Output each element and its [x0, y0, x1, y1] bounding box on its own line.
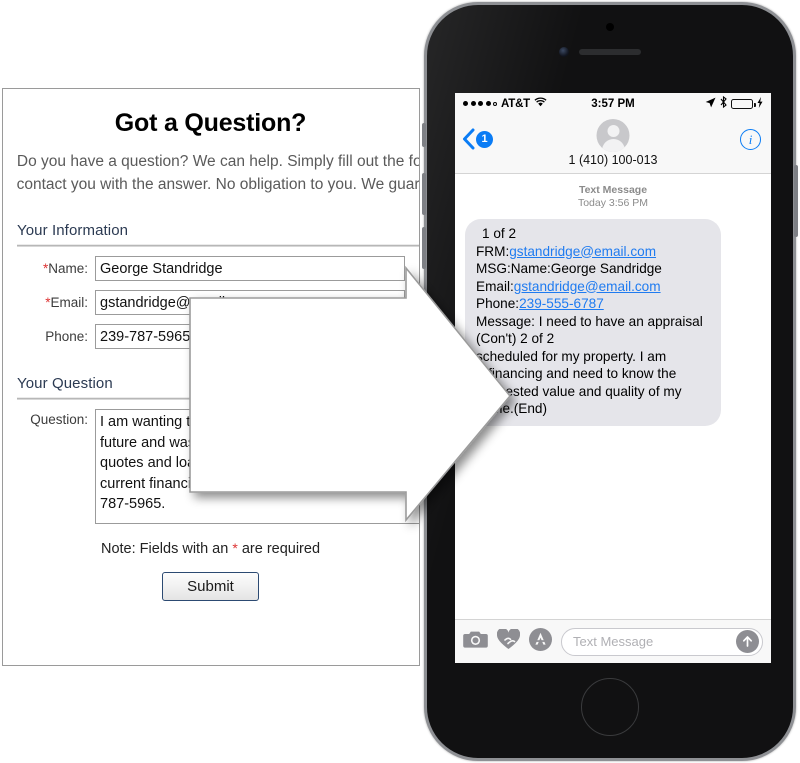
battery-icon	[731, 98, 756, 109]
message-input-field[interactable]: Text Message	[561, 627, 763, 656]
phone-screen: AT&T 3:57 PM 1 1 (410) 100-013 i Text Me…	[455, 93, 771, 663]
field-row-name: *Name:	[3, 256, 419, 281]
question-label: Question:	[30, 412, 88, 427]
msg-line-4: Email:gstandridge@email.com	[476, 278, 710, 296]
clock: 3:57 PM	[591, 97, 635, 110]
name-label: *Name:	[17, 261, 95, 276]
field-row-question: Question: I am wanting to refinance my h…	[3, 409, 419, 524]
email-label: *Email:	[17, 295, 95, 310]
bluetooth-icon	[720, 95, 727, 111]
field-row-email: *Email:	[3, 290, 419, 315]
submit-row: Submit	[3, 572, 418, 601]
earpiece-speaker	[579, 49, 641, 55]
proximity-sensor	[606, 23, 614, 31]
message-input-toolbar: Text Message	[455, 619, 771, 663]
phone-label: Phone:	[45, 329, 88, 344]
carrier-label: AT&T	[501, 97, 531, 110]
unread-badge: 1	[476, 130, 493, 148]
section-heading-your-question: Your Question	[17, 375, 113, 392]
message-meta: Text Message Today 3:56 PM	[465, 184, 761, 210]
email-label-text: Email:	[50, 295, 88, 310]
msg-line-7: (Con't) 2 of 2	[476, 331, 555, 346]
msg-line-2: FRM:gstandridge@email.com	[476, 243, 710, 261]
field-row-phone: Phone:	[3, 324, 419, 349]
name-label-text: Name:	[48, 261, 88, 276]
required-asterisk: *	[232, 540, 238, 556]
msg-line-3: MSG:Name:George Sandridge	[476, 261, 662, 276]
location-arrow-icon	[705, 97, 716, 111]
msg-frm-label: FRM:	[476, 243, 510, 259]
iphone-device: AT&T 3:57 PM 1 1 (410) 100-013 i Text Me…	[422, 2, 798, 761]
info-button[interactable]: i	[740, 129, 761, 150]
avatar-body	[601, 139, 625, 152]
volume-down-button[interactable]	[422, 227, 426, 269]
contact-avatar[interactable]	[596, 119, 630, 152]
info-icon: i	[740, 129, 761, 150]
required-fields-note: Note: Fields with an * are required	[3, 540, 418, 557]
camera-icon[interactable]	[463, 629, 488, 654]
msg-line-8: scheduled for my property. I am refinanc…	[476, 348, 682, 417]
contact-phone-link[interactable]: 239-555-6787	[519, 296, 604, 311]
chevron-left-icon	[462, 128, 475, 150]
power-button[interactable]	[794, 165, 798, 237]
status-bar: AT&T 3:57 PM	[455, 93, 771, 114]
section-heading-your-information: Your Information	[17, 222, 129, 239]
name-input[interactable]	[95, 256, 405, 281]
message-type-label: Text Message	[578, 184, 648, 196]
msg-email-label: Email:	[476, 278, 514, 294]
page-title: Got a Question?	[114, 109, 307, 137]
mute-switch[interactable]	[422, 123, 426, 147]
volume-up-button[interactable]	[422, 173, 426, 215]
sender-email-link[interactable]: gstandridge@email.com	[509, 244, 656, 259]
section-divider	[17, 244, 419, 247]
back-button[interactable]: 1	[462, 128, 493, 150]
msg-line-5: Phone:239-555-6787	[476, 295, 710, 313]
message-bubble[interactable]: 1 of 2 FRM:gstandridge@email.com MSG:Nam…	[465, 219, 721, 426]
form-intro-text: Do you have a question? We can help. Sim…	[16, 153, 420, 193]
section-divider	[17, 397, 419, 400]
screenshot-root: AT&T 3:57 PM 1 1 (410) 100-013 i Text Me…	[0, 0, 800, 763]
heart-digital-touch-icon[interactable]	[496, 627, 521, 655]
front-camera	[559, 47, 569, 57]
msg-line-6: Message: I need to have an appraisal	[476, 313, 703, 329]
messages-nav-bar: 1 1 (410) 100-013 i	[455, 114, 771, 174]
wifi-icon	[534, 97, 547, 110]
contact-phone-number: 1 (410) 100-013	[568, 153, 658, 167]
note-prefix: Note: Fields with an	[100, 541, 229, 557]
status-left: AT&T	[463, 97, 591, 110]
note-suffix: are required	[241, 541, 321, 557]
submit-button[interactable]: Submit	[162, 572, 259, 601]
send-button[interactable]	[736, 630, 759, 653]
conversation-area: Text Message Today 3:56 PM 1 of 2 FRM:gs…	[455, 174, 771, 598]
msg-phone-label: Phone:	[476, 296, 520, 311]
msg-line-1: 1 of 2	[482, 226, 517, 241]
lightning-bolt-icon	[757, 96, 763, 111]
contact-form-window: Got a Question? Do you have a question? …	[2, 88, 420, 666]
home-button[interactable]	[581, 678, 639, 736]
status-right	[635, 95, 763, 111]
message-timestamp: Today 3:56 PM	[577, 197, 649, 209]
contact-form-content: Got a Question? Do you have a question? …	[3, 109, 420, 601]
question-textarea[interactable]: I am wanting to refinance my house in th…	[95, 409, 419, 524]
phone-input[interactable]	[95, 324, 405, 349]
signal-strength-dots	[463, 101, 497, 106]
app-store-icon[interactable]	[529, 627, 552, 656]
email-input[interactable]	[95, 290, 405, 315]
avatar-head	[607, 125, 619, 137]
contact-email-link[interactable]: gstandridge@email.com	[514, 279, 661, 294]
message-input-placeholder: Text Message	[573, 634, 654, 649]
